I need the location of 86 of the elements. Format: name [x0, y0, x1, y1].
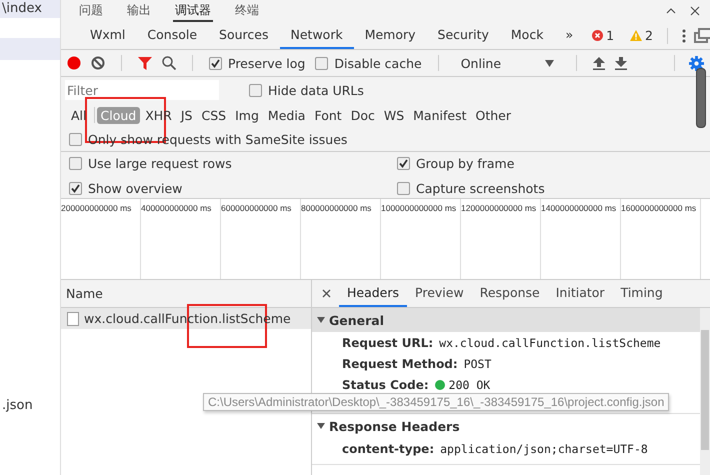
document-icon — [67, 312, 79, 326]
header-value: wx.cloud.callFunction.listScheme — [439, 336, 661, 350]
checkbox-label: Preserve log — [228, 56, 306, 70]
checkbox[interactable] — [69, 182, 82, 195]
devtools-tab[interactable]: Sources — [208, 22, 280, 49]
checkbox[interactable] — [249, 84, 262, 96]
time-tick-label: 200000000000 ms — [61, 203, 132, 213]
checkbox-label: Hide data URLs — [268, 82, 364, 98]
section-header[interactable]: General — [312, 308, 700, 332]
caret-icon — [545, 60, 554, 66]
type-filter-button[interactable]: Manifest — [409, 106, 470, 124]
checkbox[interactable] — [397, 157, 410, 170]
checkbox[interactable] — [69, 132, 82, 146]
checkbox-label: Disable cache — [334, 56, 422, 70]
panel-tab[interactable]: 问题 — [77, 0, 105, 22]
time-tick-label: 800000000000 ms — [301, 203, 372, 213]
upload-icon[interactable] — [593, 56, 606, 70]
header-value: POST — [464, 356, 492, 370]
devtools-tab[interactable]: Network — [280, 22, 354, 49]
filter-field[interactable]: Filter — [65, 80, 219, 100]
search-icon[interactable] — [162, 56, 176, 70]
type-filter-button[interactable]: WS — [380, 106, 408, 124]
devtools-tab[interactable]: Console — [136, 22, 208, 49]
detail-tab[interactable]: Timing — [612, 280, 671, 307]
checkbox[interactable] — [69, 157, 82, 170]
more-options-icon[interactable] — [682, 28, 686, 42]
checkbox[interactable] — [397, 182, 410, 195]
devtools-tab[interactable]: Wxml — [79, 22, 136, 49]
header-key: Request URL: — [342, 336, 434, 350]
column-header[interactable]: Name — [61, 280, 311, 308]
detail-tab[interactable]: Initiator — [548, 280, 613, 307]
type-filter-button[interactable]: Img — [231, 106, 263, 124]
filter-icon[interactable] — [138, 56, 152, 70]
undock-icon[interactable] — [694, 28, 710, 43]
panel-tab[interactable]: 终端 — [233, 0, 261, 22]
expanded-triangle-icon — [317, 316, 325, 324]
expanded-triangle-icon — [317, 422, 325, 430]
time-tick-label: 1600000000000 ms — [621, 203, 696, 213]
time-tick-label: 600000000000 ms — [221, 203, 292, 213]
detail-tab[interactable]: Response — [472, 280, 548, 307]
type-filter-button[interactable]: CSS — [198, 106, 230, 124]
file-item[interactable]: .json — [0, 397, 60, 415]
devtools-tab[interactable]: Mock — [500, 22, 554, 49]
clear-icon[interactable] — [91, 56, 105, 70]
section-header[interactable]: Response Headers — [312, 414, 700, 438]
type-filter-button[interactable]: JS — [176, 106, 196, 124]
error-count[interactable]: 1 — [592, 28, 614, 43]
settings-icon[interactable] — [689, 56, 704, 70]
warning-count[interactable]: 2 — [630, 28, 653, 43]
header-key: Request Method: — [342, 356, 458, 370]
download-icon[interactable] — [615, 56, 628, 70]
header-key: content-type: — [342, 442, 434, 456]
checkbox-label: Capture screenshots — [416, 181, 545, 196]
checkbox-label: Use large request rows — [88, 156, 232, 171]
time-tick-label: 1200000000000 ms — [461, 203, 536, 213]
checkbox[interactable] — [315, 56, 328, 70]
close-icon[interactable] — [322, 289, 331, 298]
header-value: application/json;charset=UTF-8 — [440, 442, 648, 456]
record-icon[interactable] — [67, 56, 81, 70]
type-filter-button[interactable]: Font — [310, 106, 346, 124]
close-icon[interactable] — [690, 6, 700, 16]
scroll-indicator — [696, 68, 706, 128]
type-filter-button[interactable]: Other — [472, 106, 515, 124]
checkbox[interactable] — [209, 56, 222, 70]
checkbox-label: Group by frame — [416, 156, 514, 171]
time-tick-label: 1400000000000 ms — [541, 203, 616, 213]
header-key: Status Code: — [342, 378, 429, 392]
devtools-tab[interactable]: Security — [426, 22, 500, 49]
throttling-dropdown[interactable]: Online — [454, 56, 560, 70]
checkbox-label: Show overview — [88, 181, 182, 196]
time-tick-label: 1000000000000 ms — [381, 203, 456, 213]
file-item[interactable]: \index — [0, 0, 60, 18]
time-tick-label: 400000000000 ms — [141, 203, 212, 213]
type-filter-button[interactable]: Media — [264, 106, 310, 124]
more-tabs-button[interactable]: » — [554, 22, 584, 49]
path-tooltip: C:\Users\Administrator\Desktop\_-383459175_16\_-383459175_16\project.config.json — [203, 393, 670, 411]
error-icon — [592, 30, 604, 41]
panel-tab[interactable]: 调试器 — [173, 0, 213, 22]
collapse-icon[interactable] — [666, 6, 676, 16]
detail-tab[interactable]: Preview — [407, 280, 472, 307]
type-filter-button[interactable]: Doc — [346, 106, 379, 124]
panel-tab[interactable]: 输出 — [125, 0, 153, 22]
warning-icon — [630, 30, 642, 41]
devtools-tab[interactable]: Memory — [354, 22, 427, 49]
header-value: 200 OK — [434, 378, 490, 392]
scrollbar[interactable] — [700, 308, 710, 475]
